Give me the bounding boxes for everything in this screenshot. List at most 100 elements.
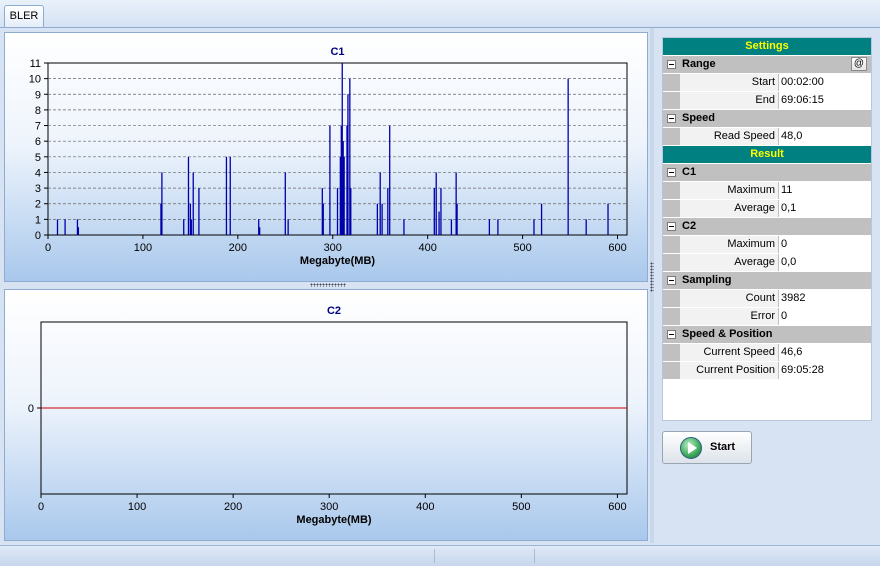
y-tick-label: 0 — [35, 230, 41, 242]
property-label: Current Speed — [680, 344, 778, 361]
x-tick-label: 600 — [608, 242, 626, 254]
y-tick-label: 2 — [35, 199, 41, 211]
range-at-button[interactable]: @ — [851, 57, 867, 71]
property-current-position[interactable]: Current Position 69:05:28 — [663, 362, 871, 380]
c2-maximum-value[interactable]: 0 — [779, 236, 871, 253]
status-bar — [0, 545, 880, 566]
c1-chart-pane: C1 0 1 2 3 4 5 6 7 8 9 10 11 0 100 200 300 400 500 600 Megab… — [4, 32, 648, 282]
collapse-icon[interactable] — [667, 276, 676, 285]
x-tick-label: 400 — [418, 242, 436, 254]
property-error[interactable]: Error 0 — [663, 308, 871, 326]
c2-chart: C2 0 0 100 200 300 400 500 600 Megabyte(MB) — [28, 305, 628, 526]
y-tick-label: 6 — [35, 136, 41, 148]
c1-chart: C1 0 1 2 3 4 5 6 7 8 9 10 11 0 100 200 300 400 500 600 Megab… — [29, 46, 628, 267]
category-label: C2 — [682, 220, 697, 232]
settings-header: Settings — [663, 38, 871, 56]
x-tick-label: 300 — [320, 501, 338, 513]
category-speed-position[interactable]: Speed & Position — [663, 326, 871, 344]
x-tick-label: 100 — [128, 501, 146, 513]
property-label: Maximum — [680, 236, 778, 253]
result-header: Result — [663, 146, 871, 164]
category-speed[interactable]: Speed — [663, 110, 871, 128]
y-tick-label: 7 — [35, 121, 41, 133]
property-c2-maximum[interactable]: Maximum 0 — [663, 236, 871, 254]
x-tick-label: 600 — [608, 501, 626, 513]
y-tick-label: 4 — [35, 167, 41, 179]
y-tick-label: 9 — [35, 89, 41, 101]
current-position-value[interactable]: 69:05:28 — [779, 362, 871, 379]
category-sampling[interactable]: Sampling — [663, 272, 871, 290]
x-axis-label: Megabyte(MB) — [296, 514, 372, 526]
category-c1[interactable]: C1 — [663, 164, 871, 182]
c2-chart-pane: C2 0 0 100 200 300 400 500 600 Megabyte(MB) — [4, 289, 648, 541]
x-tick-label: 300 — [324, 242, 342, 254]
status-separator — [534, 549, 535, 563]
collapse-icon[interactable] — [667, 330, 676, 339]
category-label: Sampling — [682, 274, 732, 286]
property-label: End — [680, 92, 778, 109]
x-tick-label: 400 — [416, 501, 434, 513]
error-value[interactable]: 0 — [779, 308, 871, 325]
horizontal-splitter[interactable] — [4, 282, 648, 289]
y-tick-label: 0 — [28, 403, 34, 415]
property-label: Count — [680, 290, 778, 307]
x-tick-label: 200 — [224, 501, 242, 513]
y-tick-label: 3 — [35, 183, 41, 195]
category-c2[interactable]: C2 — [663, 218, 871, 236]
start-button[interactable]: Start — [662, 431, 752, 464]
c1-maximum-value[interactable]: 11 — [779, 182, 871, 199]
property-c2-average[interactable]: Average 0,0 — [663, 254, 871, 272]
c1-average-value[interactable]: 0,1 — [779, 200, 871, 217]
collapse-icon[interactable] — [667, 60, 676, 69]
x-tick-label: 500 — [512, 501, 530, 513]
property-grid: Settings Range @ Start 00:02:00 End 69:0… — [662, 37, 872, 421]
current-speed-value[interactable]: 46,6 — [779, 344, 871, 361]
count-value[interactable]: 3982 — [779, 290, 871, 307]
c2-average-value[interactable]: 0,0 — [779, 254, 871, 271]
y-tick-label: 11 — [30, 58, 41, 70]
property-label: Read Speed — [680, 128, 778, 145]
category-label: Speed & Position — [682, 328, 773, 340]
x-tick-label: 100 — [134, 242, 152, 254]
start-value[interactable]: 00:02:00 — [779, 74, 871, 91]
tab-strip: BLER — [0, 0, 880, 28]
y-tick-label: 5 — [35, 152, 41, 164]
property-current-speed[interactable]: Current Speed 46,6 — [663, 344, 871, 362]
property-c1-average[interactable]: Average 0,1 — [663, 200, 871, 218]
status-separator — [434, 549, 435, 563]
category-label: C1 — [682, 166, 697, 178]
read-speed-value[interactable]: 48,0 — [779, 128, 871, 145]
y-tick-label: 1 — [35, 214, 41, 226]
property-read-speed[interactable]: Read Speed 48,0 — [663, 128, 871, 146]
x-tick-label: 500 — [513, 242, 531, 254]
property-label: Error — [680, 308, 778, 325]
collapse-icon[interactable] — [667, 114, 676, 123]
chart-title: C1 — [330, 46, 344, 58]
property-label: Average — [680, 254, 778, 271]
tab-bler[interactable]: BLER — [4, 5, 44, 27]
collapse-icon[interactable] — [667, 168, 676, 177]
category-label: Range — [682, 58, 716, 70]
end-value[interactable]: 69:06:15 — [779, 92, 871, 109]
category-range[interactable]: Range @ — [663, 56, 871, 74]
splitter-grip-icon — [310, 283, 346, 287]
category-label: Speed — [682, 112, 716, 124]
property-label: Average — [680, 200, 778, 217]
property-start[interactable]: Start 00:02:00 — [663, 74, 871, 92]
y-tick-label: 8 — [35, 105, 41, 117]
collapse-icon[interactable] — [667, 222, 676, 231]
x-tick-label: 0 — [38, 501, 44, 513]
property-end[interactable]: End 69:06:15 — [663, 92, 871, 110]
property-c1-maximum[interactable]: Maximum 11 — [663, 182, 871, 200]
x-axis-label: Megabyte(MB) — [300, 255, 376, 267]
property-label: Maximum — [680, 182, 778, 199]
chart-title: C2 — [327, 305, 341, 317]
x-tick-label: 0 — [45, 242, 51, 254]
property-count[interactable]: Count 3982 — [663, 290, 871, 308]
y-tick-label: 10 — [29, 74, 41, 86]
property-label: Current Position — [680, 362, 778, 379]
play-icon — [680, 437, 702, 459]
start-button-label: Start — [710, 441, 736, 453]
property-label: Start — [680, 74, 778, 91]
x-tick-label: 200 — [229, 242, 247, 254]
